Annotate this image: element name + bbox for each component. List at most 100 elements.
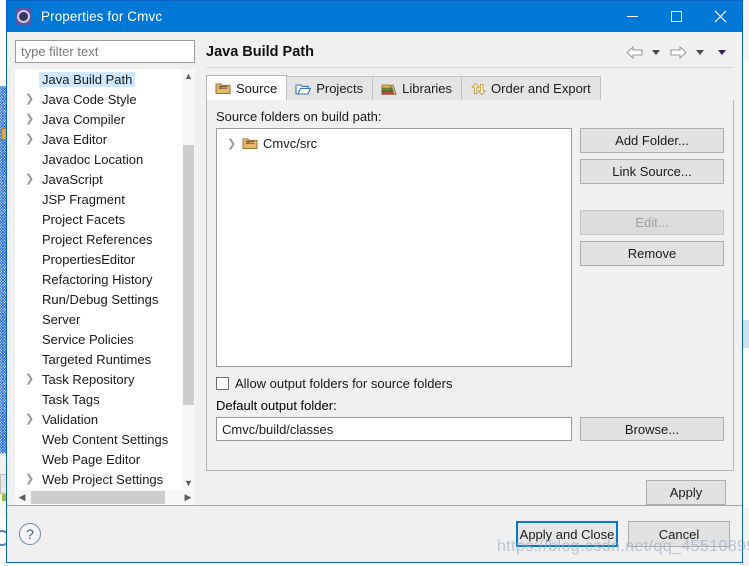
sidebar-item-label: Task Repository: [42, 371, 135, 387]
sidebar-item-javascript[interactable]: ❯ JavaScript: [15, 169, 182, 189]
edit-button: Edit...: [580, 210, 724, 235]
settings-sidebar: type filter text Java Build Path ❯ Java Co…: [7, 32, 201, 505]
background-right-strip-5: [742, 508, 749, 566]
tab-label: Libraries: [402, 81, 453, 96]
sidebar-item-web-page-editor[interactable]: Web Page Editor: [15, 449, 182, 469]
sidebar-item-project-facets[interactable]: Project Facets: [15, 209, 182, 229]
source-list-label: Source folders on build path:: [216, 109, 382, 124]
sidebar-item-label: Service Policies: [42, 331, 134, 347]
sidebar-item-run-debug-settings[interactable]: Run/Debug Settings: [15, 289, 182, 309]
dialog-footer: ? Apply and Close Cancel: [7, 505, 742, 562]
view-menu-icon[interactable]: [712, 43, 732, 61]
forward-menu-chevron-down-icon[interactable]: [690, 43, 710, 61]
background-right-strip-4: [742, 348, 749, 508]
footer-buttons: Apply and Close Cancel: [516, 521, 730, 547]
tab-projects[interactable]: Projects: [286, 76, 374, 100]
sidebar-horizontal-scrollbar[interactable]: ◀ ▶: [15, 490, 195, 505]
sidebar-item-web-content-settings[interactable]: Web Content Settings: [15, 429, 182, 449]
sidebar-item-label: Java Editor: [42, 131, 108, 147]
link-source-button[interactable]: Link Source...: [580, 159, 724, 184]
chevron-down-icon[interactable]: ▼: [182, 476, 195, 490]
chevron-left-icon[interactable]: ◀: [15, 492, 29, 503]
sidebar-item-service-policies[interactable]: Service Policies: [15, 329, 182, 349]
chevron-right-icon[interactable]: ▶: [181, 492, 195, 503]
sidebar-vertical-scrollbar[interactable]: ▲ ▼: [182, 69, 195, 490]
hscroll-track[interactable]: [29, 490, 181, 505]
sidebar-item-task-repository[interactable]: ❯ Task Repository: [15, 369, 182, 389]
tab-order-and-export[interactable]: Order and Export: [461, 76, 601, 100]
hscroll-thumb[interactable]: [31, 491, 165, 504]
close-button[interactable]: [698, 1, 742, 32]
sidebar-item-validation[interactable]: ❯ Validation: [15, 409, 182, 429]
sidebar-item-label: Run/Debug Settings: [42, 291, 159, 307]
sidebar-item-java-code-style[interactable]: ❯ Java Code Style: [15, 89, 182, 109]
chevron-up-icon[interactable]: ▲: [182, 69, 195, 83]
help-question-icon[interactable]: ?: [19, 523, 41, 545]
add-folder-button[interactable]: Add Folder...: [580, 128, 724, 153]
sidebar-item-task-tags[interactable]: Task Tags: [15, 389, 182, 409]
sidebar-item-refactoring-history[interactable]: Refactoring History: [15, 269, 182, 289]
filter-placeholder: type filter text: [21, 44, 99, 59]
maximize-button[interactable]: [654, 1, 698, 32]
source-folders-list[interactable]: ❯ Cmvc/src: [216, 128, 573, 367]
sidebar-item-label: Project Facets: [42, 211, 126, 227]
allow-output-folders-checkbox[interactable]: [216, 377, 229, 390]
settings-tree[interactable]: Java Build Path ❯ Java Code Style ❯ Java Com…: [15, 69, 195, 490]
sidebar-item-server[interactable]: Server: [15, 309, 182, 329]
sidebar-item-java-editor[interactable]: ❯ Java Editor: [15, 129, 182, 149]
sidebar-item-web-project-settings[interactable]: ❯ Web Project Settings: [15, 469, 182, 489]
chevron-right-icon[interactable]: ❯: [25, 93, 39, 105]
dialog-body: type filter text Java Build Path ❯ Java Co…: [7, 32, 742, 505]
filter-input[interactable]: type filter text: [15, 40, 195, 63]
chevron-right-icon[interactable]: ❯: [25, 113, 39, 125]
remove-button[interactable]: Remove: [580, 241, 724, 266]
build-path-tabs: Source Projects Libraries Order and Expo…: [206, 75, 734, 100]
tab-libraries[interactable]: Libraries: [372, 76, 463, 100]
chevron-right-icon[interactable]: ❯: [25, 173, 39, 185]
allow-output-folders-label: Allow output folders for source folders: [235, 376, 453, 391]
source-tab-panel: Source folders on build path: ❯ Cmvc/src: [206, 100, 734, 471]
apply-and-close-button[interactable]: Apply and Close: [516, 521, 618, 547]
page-nav-buttons: [624, 43, 734, 61]
sidebar-item-label: Project References: [42, 231, 153, 247]
sidebar-item-java-compiler[interactable]: ❯ Java Compiler: [15, 109, 182, 129]
sidebar-item-java-build-path[interactable]: Java Build Path: [15, 69, 182, 89]
browse-button[interactable]: Browse...: [580, 417, 724, 441]
sidebar-item-label: JavaScript: [42, 171, 103, 187]
title-divider: [206, 67, 734, 68]
source-folder-entry[interactable]: ❯ Cmvc/src: [217, 133, 571, 153]
sidebar-item-jsp-fragment[interactable]: JSP Fragment: [15, 189, 182, 209]
close-icon: [714, 10, 726, 23]
source-list-row: ❯ Cmvc/src Add Folder... Link Source...: [216, 128, 724, 367]
default-output-folder-value: Cmvc/build/classes: [222, 421, 334, 437]
sidebar-item-targeted-runtimes[interactable]: Targeted Runtimes: [15, 349, 182, 369]
tab-source[interactable]: Source: [206, 75, 288, 100]
default-output-folder-input[interactable]: Cmvc/build/classes: [216, 417, 573, 441]
sidebar-item-label: Task Tags: [42, 391, 100, 407]
sidebar-item-label: Refactoring History: [42, 271, 153, 287]
sidebar-item-javadoc-location[interactable]: Javadoc Location: [15, 149, 182, 169]
forward-arrow-icon[interactable]: [668, 43, 688, 61]
apply-button[interactable]: Apply: [646, 480, 726, 505]
cancel-button[interactable]: Cancel: [628, 521, 730, 547]
sidebar-item-label: Web Project Settings: [42, 471, 164, 487]
sidebar-item-label: PropertiesEditor: [42, 251, 136, 267]
sidebar-item-propertieseditor[interactable]: PropertiesEditor: [15, 249, 182, 269]
minimize-button[interactable]: [610, 1, 654, 32]
scrollbar-thumb[interactable]: [183, 145, 194, 405]
chevron-right-icon[interactable]: ❯: [25, 373, 39, 385]
chevron-right-icon[interactable]: ❯: [25, 413, 39, 425]
sidebar-item-project-references[interactable]: Project References: [15, 229, 182, 249]
source-folder-label: Cmvc/src: [263, 135, 318, 151]
chevron-right-icon[interactable]: ❯: [25, 133, 39, 145]
tab-label: Order and Export: [491, 81, 591, 96]
chevron-right-icon[interactable]: ❯: [25, 473, 39, 485]
back-arrow-icon[interactable]: [624, 43, 644, 61]
back-menu-chevron-down-icon[interactable]: [646, 43, 666, 61]
allow-output-folders-checkbox-row[interactable]: Allow output folders for source folders: [216, 376, 724, 391]
sidebar-item-label: Java Compiler: [42, 111, 126, 127]
chevron-right-icon[interactable]: ❯: [227, 137, 242, 150]
properties-gear-icon: [15, 8, 32, 25]
background-right-strip-1: [742, 0, 749, 60]
sidebar-item-label: Targeted Runtimes: [42, 351, 152, 367]
